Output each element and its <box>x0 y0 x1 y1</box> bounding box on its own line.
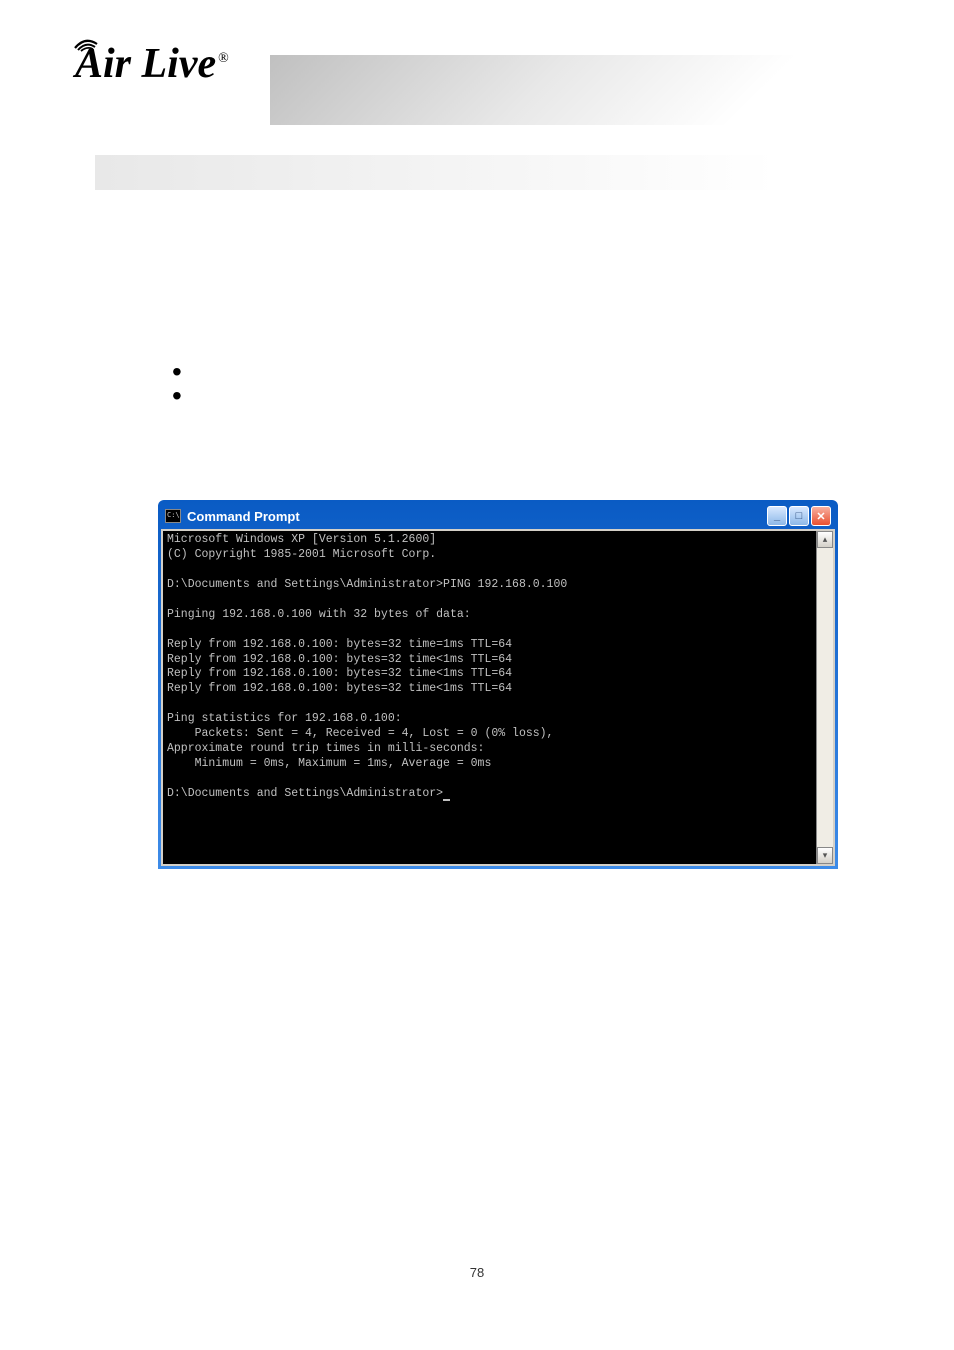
scroll-down-button[interactable]: ▾ <box>817 847 833 864</box>
terminal-line: Pinging 192.168.0.100 with 32 bytes of d… <box>167 608 471 621</box>
command-prompt-window: Command Prompt _ □ ✕ Microsoft Windows X… <box>158 500 838 869</box>
terminal-line: Minimum = 0ms, Maximum = 1ms, Average = … <box>167 757 491 770</box>
scrollbar[interactable]: ▴ ▾ <box>816 531 833 864</box>
terminal-line: Reply from 192.168.0.100: bytes=32 time=… <box>167 638 512 651</box>
terminal-line: Ping statistics for 192.168.0.100: <box>167 712 402 725</box>
page-number: 78 <box>0 1265 954 1280</box>
header-banner-gradient <box>270 55 954 125</box>
scroll-up-button[interactable]: ▴ <box>817 531 833 548</box>
brand-logo: Air Live® <box>75 40 229 88</box>
terminal-line: Approximate round trip times in milli-se… <box>167 742 484 755</box>
list-item <box>190 389 859 403</box>
terminal-line: Reply from 192.168.0.100: bytes=32 time<… <box>167 653 512 666</box>
cmd-app-icon <box>165 509 181 523</box>
terminal-line: (C) Copyright 1985-2001 Microsoft Corp. <box>167 548 436 561</box>
logo-text: Air Live® <box>75 41 229 87</box>
window-title: Command Prompt <box>187 509 767 524</box>
terminal-line: Reply from 192.168.0.100: bytes=32 time<… <box>167 682 512 695</box>
window-controls: _ □ ✕ <box>767 506 831 526</box>
maximize-button[interactable]: □ <box>789 506 809 526</box>
window-titlebar[interactable]: Command Prompt _ □ ✕ <box>161 503 835 529</box>
terminal-line: Reply from 192.168.0.100: bytes=32 time<… <box>167 667 512 680</box>
scroll-track[interactable] <box>817 548 833 847</box>
page-content <box>95 220 859 433</box>
terminal-line: Microsoft Windows XP [Version 5.1.2600] <box>167 533 436 546</box>
terminal-output[interactable]: Microsoft Windows XP [Version 5.1.2600] … <box>163 531 816 864</box>
bullet-list <box>190 365 859 403</box>
terminal-line: Packets: Sent = 4, Received = 4, Lost = … <box>167 727 553 740</box>
list-item <box>190 365 859 379</box>
terminal-line: D:\Documents and Settings\Administrator>… <box>167 578 567 591</box>
close-button[interactable]: ✕ <box>811 506 831 526</box>
cmd-body-wrapper: Microsoft Windows XP [Version 5.1.2600] … <box>161 529 835 866</box>
chapter-banner-gradient <box>95 155 776 190</box>
terminal-line: D:\Documents and Settings\Administrator> <box>167 787 443 800</box>
registered-mark: ® <box>218 51 229 66</box>
terminal-cursor <box>443 799 450 801</box>
minimize-button[interactable]: _ <box>767 506 787 526</box>
